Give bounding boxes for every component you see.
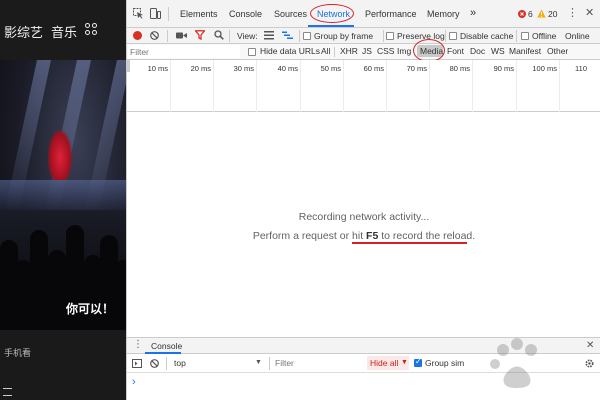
- tab-sources[interactable]: Sources: [274, 9, 307, 19]
- reload-hint-text: Perform a request or hit F5 to record th…: [252, 230, 476, 242]
- tab-memory[interactable]: Memory: [427, 9, 460, 19]
- nav-item-film[interactable]: 影: [4, 22, 17, 41]
- timeline-tick-label: 50 ms: [320, 64, 341, 73]
- drawer-tab-bar: ⋮ Console ✕: [127, 338, 600, 354]
- filter-type-xhr[interactable]: XHR: [340, 46, 358, 56]
- timeline-tick-label: 60 ms: [363, 64, 384, 73]
- timeline-scroll-handle[interactable]: [127, 60, 130, 72]
- timeline-tick-label: 20 ms: [190, 64, 211, 73]
- warning-count[interactable]: 20: [548, 9, 557, 19]
- timeline-tick-label: 70 ms: [406, 64, 427, 73]
- disable-cache-checkbox[interactable]: [449, 32, 457, 40]
- grid-menu-icon[interactable]: [85, 23, 98, 36]
- timeline-tick-label: 10 ms: [147, 64, 168, 73]
- console-toolbar: top ▼ Hide all ▼ ✓ Group sim: [127, 354, 600, 373]
- disable-cache-label: Disable cache: [460, 31, 514, 41]
- clear-console-icon[interactable]: [150, 359, 159, 368]
- offline-checkbox[interactable]: [521, 32, 529, 40]
- tab-performance[interactable]: Performance: [365, 9, 417, 19]
- filter-type-doc[interactable]: Doc: [470, 46, 485, 56]
- menu-icon[interactable]: [3, 388, 12, 396]
- filter-type-font[interactable]: Font: [447, 46, 464, 56]
- video-camera-icon[interactable]: [176, 31, 187, 40]
- devtools-tab-bar: Elements Console Sources Network Perform…: [127, 0, 600, 28]
- console-context-select[interactable]: top: [174, 358, 186, 368]
- error-icon[interactable]: [518, 10, 526, 18]
- devtools-menu-icon[interactable]: ⋮: [567, 6, 578, 19]
- log-levels-label: Hide all: [370, 358, 399, 368]
- device-toolbar-icon[interactable]: [150, 8, 161, 19]
- video-subtitle: 你可以！: [66, 302, 115, 316]
- site-below-video: 手机看: [0, 330, 126, 400]
- group-similar-label: Group sim: [425, 358, 465, 368]
- offline-label: Offline: [532, 31, 557, 41]
- view-label: View:: [237, 31, 258, 41]
- throttling-select[interactable]: Online: [565, 31, 590, 41]
- large-rows-icon[interactable]: [264, 31, 274, 40]
- filter-type-other[interactable]: Other: [547, 46, 568, 56]
- inspect-element-icon[interactable]: [133, 8, 144, 19]
- devtools-panel: Elements Console Sources Network Perform…: [126, 0, 600, 400]
- console-filter-input[interactable]: [272, 356, 364, 370]
- network-filter-input[interactable]: [128, 45, 240, 58]
- preserve-log-checkbox[interactable]: [386, 32, 394, 40]
- tab-network[interactable]: Network: [317, 9, 350, 19]
- timeline-tick-label: 80 ms: [449, 64, 470, 73]
- timeline-tick-label: 40 ms: [277, 64, 298, 73]
- group-by-frame-checkbox[interactable]: [303, 32, 311, 40]
- nav-item-variety[interactable]: 综艺: [17, 22, 43, 41]
- filter-icon[interactable]: [195, 30, 205, 40]
- filter-type-css[interactable]: CSS: [377, 46, 394, 56]
- active-tab-indicator: [308, 25, 354, 27]
- filter-type-manifest[interactable]: Manifest: [509, 46, 541, 56]
- preserve-log-label: Preserve log: [397, 31, 445, 41]
- network-overview-timeline[interactable]: 10 ms 20 ms 30 ms 40 ms 50 ms 60 ms 70 m…: [127, 60, 600, 112]
- mobile-watch-link[interactable]: 手机看: [4, 346, 31, 359]
- reload-hint-red-underline: [352, 242, 467, 244]
- timeline-tick-label: 100 ms: [532, 64, 557, 73]
- group-by-frame-label: Group by frame: [314, 31, 374, 41]
- close-devtools-icon[interactable]: ✕: [585, 6, 594, 19]
- network-empty-state: Recording network activity... Perform a …: [127, 112, 600, 337]
- filter-type-img[interactable]: Img: [397, 46, 411, 56]
- error-count[interactable]: 6: [528, 9, 533, 19]
- search-icon[interactable]: [214, 30, 224, 40]
- video-site-panel: 影 综艺 音乐 你可以！ 手机看: [0, 0, 126, 400]
- filter-type-ws[interactable]: WS: [491, 46, 505, 56]
- hide-data-urls-checkbox[interactable]: [248, 48, 256, 56]
- warning-icon[interactable]: [537, 9, 546, 18]
- close-drawer-icon[interactable]: ✕: [586, 340, 594, 351]
- recording-status-text: Recording network activity...: [298, 211, 430, 223]
- levels-dropdown-chevron-icon: ▼: [401, 359, 408, 366]
- console-sidebar-icon[interactable]: [132, 359, 142, 368]
- network-toolbar: View: Group by frame Preserve log Disabl…: [127, 28, 600, 44]
- checkmark-icon: ✓: [415, 357, 422, 366]
- nav-item-music[interactable]: 音乐: [51, 22, 77, 41]
- tab-elements[interactable]: Elements: [180, 9, 218, 19]
- context-dropdown-chevron-icon[interactable]: ▼: [255, 359, 262, 366]
- drawer-menu-icon[interactable]: ⋮: [133, 339, 143, 350]
- performer-figure: [48, 130, 72, 180]
- record-button-icon[interactable]: [133, 31, 142, 40]
- hide-data-urls-label: Hide data URLs: [260, 46, 321, 56]
- console-drawer: ⋮ Console ✕ top ▼ Hide all ▼ ✓ Group sim: [127, 337, 600, 400]
- video-player[interactable]: 你可以！: [0, 60, 126, 330]
- filter-type-all[interactable]: All: [321, 46, 330, 56]
- timeline-tick-label: 110: [575, 64, 587, 73]
- log-levels-select[interactable]: Hide all ▼: [367, 356, 409, 370]
- filter-type-media[interactable]: Media: [420, 46, 443, 56]
- timeline-tick-label: 90 ms: [493, 64, 514, 73]
- waterfall-overview-icon[interactable]: [282, 31, 293, 40]
- drawer-tab-console[interactable]: Console: [151, 341, 182, 351]
- more-tabs-button[interactable]: »: [470, 7, 476, 19]
- timeline-tick-label: 30 ms: [233, 64, 254, 73]
- tab-console[interactable]: Console: [229, 9, 262, 19]
- console-settings-gear-icon[interactable]: [584, 358, 595, 369]
- filter-type-js[interactable]: JS: [362, 46, 372, 56]
- console-prompt-icon[interactable]: ›: [132, 376, 136, 388]
- clear-icon[interactable]: [150, 31, 159, 40]
- site-nav: 影 综艺 音乐: [0, 0, 126, 60]
